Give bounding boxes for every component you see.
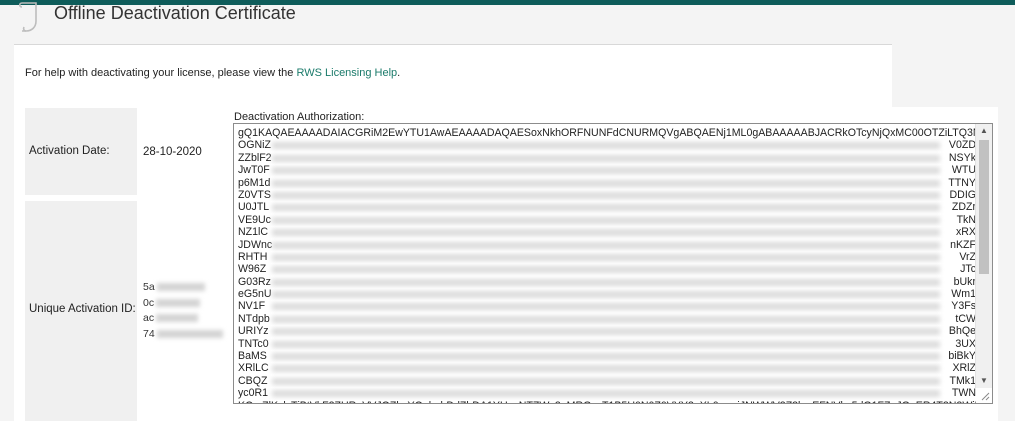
authorization-line: JDWnc nKZF <box>238 238 976 251</box>
activation-id-line: 74 <box>143 328 223 340</box>
unique-activation-id-label-cell: Unique Activation ID: <box>25 201 137 421</box>
authorization-line: TNTc0 3UX <box>238 337 976 350</box>
activation-id-line: ac <box>143 312 199 324</box>
unique-activation-id-label: Unique Activation ID: <box>29 303 136 315</box>
deactivation-authorization-textarea[interactable]: gQ1KAQAEAAAADAIACGRiM2EwYTU1AwAEAAAADAQA… <box>233 123 993 404</box>
deactivation-authorization-label: Deactivation Authorization: <box>234 111 365 123</box>
authorization-line: KQmZlKzlvTjBtVkF2ZURpVVJQZkpYQnhqbDdZbDA… <box>238 400 976 403</box>
authorization-line: RHTH VrZ <box>238 250 976 263</box>
authorization-line: CBQZ TMk1 <box>238 374 976 387</box>
authorization-line: Z0VTS DDIG <box>238 188 976 201</box>
authorization-line: NZ1lC xRX <box>238 226 976 239</box>
resize-grip-icon[interactable] <box>980 391 990 401</box>
authorization-line: gQ1KAQAEAAAADAIACGRiM2EwYTU1AwAEAAAADAQA… <box>238 127 976 139</box>
authorization-line: BaMS biBkY <box>238 350 976 363</box>
authorization-text: gQ1KAQAEAAAADAIACGRiM2EwYTU1AwAEAAAADAQA… <box>238 127 976 403</box>
activation-id-line: 0c <box>143 297 201 309</box>
authorization-line: yc0R1 TWN <box>238 387 976 400</box>
activation-date-label-cell: Activation Date: <box>25 108 137 195</box>
authorization-line: eG5nU Wm1 <box>238 288 976 301</box>
authorization-line: XRlLC XRlZ <box>238 362 976 375</box>
authorization-line: OGNiZ V0ZD <box>238 139 976 152</box>
scroll-up-icon[interactable]: ▲ <box>976 124 992 138</box>
help-text-before: For help with deactivating your license,… <box>25 67 297 79</box>
rws-licensing-help-link[interactable]: RWS Licensing Help <box>296 67 397 79</box>
authorization-line: U0JTL ZDZr <box>238 201 976 214</box>
authorization-line: JwT0F WTU <box>238 164 976 177</box>
authorization-line: URIYz BhQe <box>238 325 976 338</box>
page-title: Offline Deactivation Certificate <box>54 3 296 23</box>
help-text: For help with deactivating your license,… <box>25 67 400 79</box>
activation-id-line: 5a <box>143 281 205 293</box>
authorization-line: G03Rz bUkr <box>238 275 976 288</box>
authorization-line: NV1F Y3Fs <box>238 300 976 313</box>
scroll-thumb[interactable] <box>979 140 989 274</box>
authorization-line: VE9Uc TkN <box>238 213 976 226</box>
authorization-line: ZZblF2 NSYk <box>238 151 976 164</box>
scroll-down-icon[interactable]: ▼ <box>976 374 992 388</box>
textarea-scrollbar[interactable]: ▲ ▼ <box>975 124 992 388</box>
authorization-line: NTdpb tCW <box>238 312 976 325</box>
activation-date-value: 28-10-2020 <box>143 146 202 158</box>
activation-date-label: Activation Date: <box>29 145 110 157</box>
help-text-after: . <box>397 67 401 79</box>
authorization-line: p6M1d TTNY <box>238 176 976 189</box>
authorization-line: W96Z JTc <box>238 263 976 276</box>
certificate-icon <box>18 2 37 32</box>
